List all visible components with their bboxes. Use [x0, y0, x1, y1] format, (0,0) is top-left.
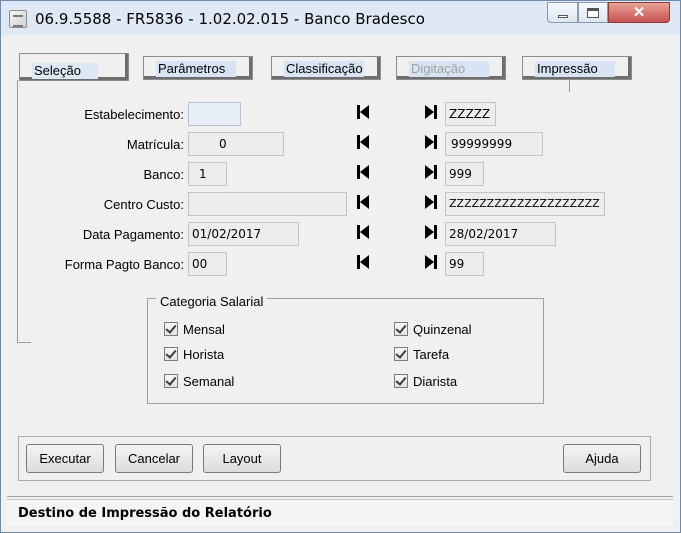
- title-bar[interactable]: 06.9.5588 - FR5836 - 1.02.02.015 - Banco…: [1, 1, 680, 35]
- centro-custo-to-input[interactable]: ZZZZZZZZZZZZZZZZZZZZ: [445, 192, 605, 216]
- last-record-icon[interactable]: [423, 164, 439, 180]
- maximize-button[interactable]: [578, 2, 608, 23]
- banco-from-input[interactable]: 1: [188, 162, 227, 186]
- banco-label: Banco:: [143, 167, 184, 182]
- status-text: Destino de Impressão do Relatório: [18, 506, 272, 521]
- estabelecimento-from-input[interactable]: [188, 102, 241, 126]
- matricula-to-input[interactable]: 99999999: [445, 132, 543, 156]
- centro-custo-label: Centro Custo:: [103, 197, 184, 212]
- tab-panel-border: [17, 342, 31, 343]
- maximize-icon: [587, 7, 599, 18]
- tab-selecao[interactable]: Seleção: [19, 53, 129, 81]
- ajuda-button[interactable]: Ajuda: [563, 444, 641, 473]
- tab-label: Parâmetros: [156, 61, 236, 77]
- quinzenal-checkbox[interactable]: [394, 322, 408, 336]
- minimize-icon: [557, 15, 568, 18]
- mensal-label: Mensal: [183, 322, 225, 337]
- tab-digitacao: Digitação: [396, 56, 506, 80]
- data-pagamento-from-input[interactable]: 01/02/2017: [188, 222, 299, 246]
- banco-to-input[interactable]: 999: [445, 162, 484, 186]
- forma-pagto-to-input[interactable]: 99: [445, 252, 484, 276]
- tab-parametros[interactable]: Parâmetros: [143, 56, 253, 80]
- last-record-icon[interactable]: [423, 104, 439, 120]
- semanal-checkbox[interactable]: [164, 374, 178, 388]
- tarefa-label: Tarefa: [413, 347, 450, 362]
- semanal-label: Semanal: [183, 374, 235, 389]
- last-record-icon[interactable]: [423, 194, 439, 210]
- window-title: 06.9.5588 - FR5836 - 1.02.02.015 - Banco…: [35, 10, 425, 28]
- minimize-button[interactable]: [547, 2, 578, 23]
- matricula-from-input[interactable]: 0: [188, 132, 284, 156]
- button-panel: [18, 436, 651, 481]
- layout-button[interactable]: Layout: [203, 444, 281, 473]
- quinzenal-label: Quinzenal: [413, 322, 472, 337]
- tab-label: Seleção: [32, 63, 98, 79]
- close-button[interactable]: ✕: [608, 2, 670, 23]
- diarista-checkbox[interactable]: [394, 374, 408, 388]
- tab-impressao[interactable]: Impressão: [522, 56, 632, 80]
- app-icon[interactable]: [9, 10, 27, 28]
- cancelar-button[interactable]: Cancelar: [115, 444, 193, 473]
- centro-custo-from-input[interactable]: [188, 192, 347, 216]
- mensal-checkbox[interactable]: [164, 322, 178, 336]
- matricula-label: Matrícula:: [126, 137, 184, 152]
- status-bar: Destino de Impressão do Relatório: [7, 499, 673, 525]
- forma-pagto-label: Forma Pagto Banco:: [64, 257, 184, 272]
- diarista-label: Diarista: [413, 374, 458, 389]
- last-record-icon[interactable]: [423, 254, 439, 270]
- horista-checkbox[interactable]: [164, 347, 178, 361]
- estabelecimento-to-input[interactable]: ZZZZZ: [445, 102, 496, 126]
- tab-label: Classificação: [284, 61, 364, 77]
- divider: [7, 496, 673, 497]
- forma-pagto-from-input[interactable]: 00: [188, 252, 227, 276]
- tab-label: Impressão: [535, 61, 615, 77]
- first-record-icon[interactable]: [355, 104, 371, 120]
- tab-classificacao[interactable]: Classificação: [271, 56, 381, 80]
- main-window: 06.9.5588 - FR5836 - 1.02.02.015 - Banco…: [0, 0, 681, 533]
- last-record-icon[interactable]: [423, 134, 439, 150]
- first-record-icon[interactable]: [355, 254, 371, 270]
- first-record-icon[interactable]: [355, 194, 371, 210]
- last-record-icon[interactable]: [423, 224, 439, 240]
- first-record-icon[interactable]: [355, 224, 371, 240]
- horista-label: Horista: [183, 347, 225, 362]
- data-pagamento-label: Data Pagamento:: [82, 227, 184, 242]
- first-record-icon[interactable]: [355, 164, 371, 180]
- executar-button[interactable]: Executar: [26, 444, 104, 473]
- estabelecimento-label: Estabelecimento:: [84, 107, 184, 122]
- first-record-icon[interactable]: [355, 134, 371, 150]
- tab-panel-border: [569, 80, 570, 92]
- close-icon: ✕: [632, 4, 646, 21]
- data-pagamento-to-input[interactable]: 28/02/2017: [445, 222, 556, 246]
- tarefa-checkbox[interactable]: [394, 347, 408, 361]
- tab-label: Digitação: [409, 61, 489, 77]
- categoria-salarial-title: Categoria Salarial: [156, 294, 268, 309]
